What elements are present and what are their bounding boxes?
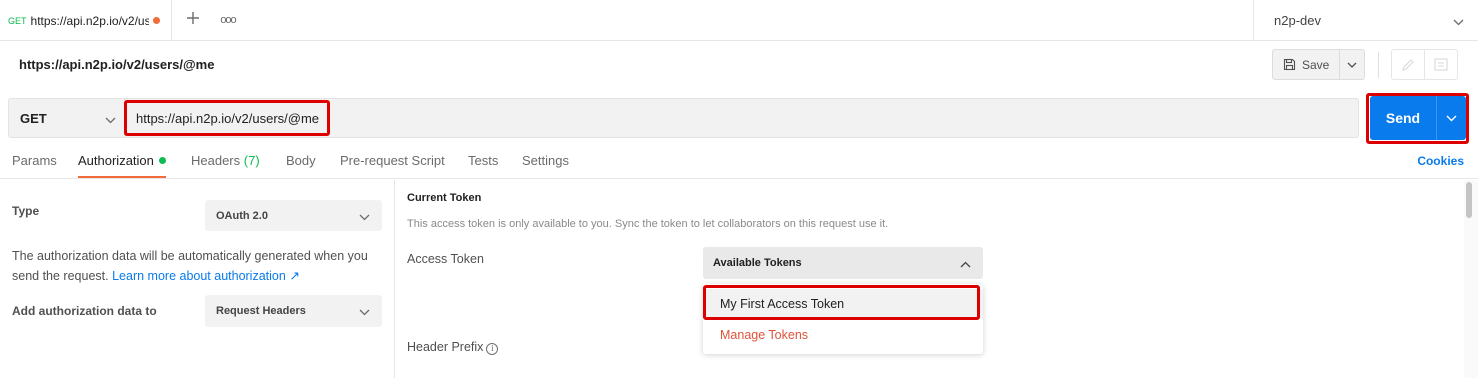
environment-label: n2p-dev <box>1274 13 1321 28</box>
scrollbar[interactable] <box>1464 180 1478 378</box>
send-group: Send <box>1370 96 1466 140</box>
environment-selector[interactable]: n2p-dev <box>1253 0 1478 41</box>
url-input[interactable]: https://api.n2p.io/v2/users/@me <box>127 103 331 134</box>
chevron-down-icon <box>1453 14 1464 29</box>
comment-icon <box>1434 58 1448 71</box>
auth-config-panel: Type OAuth 2.0 The authorization data wi… <box>0 180 395 378</box>
tokens-dropdown-menu: My First Access Token Manage Tokens <box>703 284 983 354</box>
auth-type-value: OAuth 2.0 <box>216 209 268 222</box>
save-icon <box>1283 58 1296 71</box>
available-tokens-select[interactable]: Available Tokens <box>703 247 983 279</box>
request-name: https://api.n2p.io/v2/users/@me <box>19 57 215 72</box>
header-prefix-label-group: Header Prefix i <box>407 340 499 355</box>
tab-title: https://api.n2p.io/v2/users/@me <box>30 13 149 28</box>
current-token-note: This access token is only available to y… <box>407 218 889 230</box>
external-link-icon: ↗ <box>289 269 300 283</box>
save-label: Save <box>1302 57 1330 72</box>
comments-button[interactable] <box>1424 49 1458 80</box>
chevron-down-icon <box>1347 62 1357 68</box>
save-options-button[interactable] <box>1339 49 1365 80</box>
pencil-icon <box>1402 58 1414 71</box>
tab-params[interactable]: Params <box>12 153 57 168</box>
tab-tests[interactable]: Tests <box>468 153 498 168</box>
chevron-down-icon <box>359 307 370 319</box>
request-tabs: Params Authorization Headers (7) Body Pr… <box>0 144 1478 179</box>
active-dot-icon <box>158 157 166 164</box>
new-tab-plus-icon[interactable] <box>183 10 203 30</box>
tab-prerequest-script[interactable]: Pre-request Script <box>340 153 445 168</box>
tab-authorization-label: Authorization <box>78 153 154 168</box>
auth-type-select[interactable]: OAuth 2.0 <box>205 200 382 231</box>
tab-body[interactable]: Body <box>286 153 316 168</box>
add-auth-to-value: Request Headers <box>216 305 306 317</box>
headers-count: (7) <box>243 153 260 168</box>
info-icon[interactable]: i <box>486 343 499 355</box>
add-auth-to-select[interactable]: Request Headers <box>205 295 382 327</box>
learn-more-link[interactable]: Learn more about authorization ↗ <box>112 269 300 283</box>
current-token-title: Current Token <box>407 192 482 204</box>
request-tab[interactable]: GET https://api.n2p.io/v2/users/@me <box>0 0 172 41</box>
scrollbar-thumb[interactable] <box>1466 182 1472 218</box>
save-button[interactable]: Save <box>1272 49 1340 80</box>
send-button[interactable]: Send <box>1370 96 1436 140</box>
more-tabs-button[interactable]: ooo <box>218 12 238 28</box>
type-label: Type <box>12 204 40 218</box>
tab-bar: GET https://api.n2p.io/v2/users/@me ooo … <box>0 0 1478 41</box>
chevron-down-icon <box>1446 115 1457 121</box>
available-tokens-label: Available Tokens <box>713 257 802 269</box>
unsaved-dot-icon <box>152 17 160 24</box>
chevron-down-icon <box>105 112 116 127</box>
menu-item-manage-tokens[interactable]: Manage Tokens <box>703 320 983 350</box>
add-auth-to-label: Add authorization data to <box>12 304 157 318</box>
chevron-up-icon <box>960 259 971 271</box>
cookies-link[interactable]: Cookies <box>1417 154 1464 168</box>
current-token-panel: Current Token This access token is only … <box>396 180 1464 378</box>
chevron-down-icon <box>359 212 370 224</box>
active-tab-underline <box>78 176 166 178</box>
edit-button[interactable] <box>1391 49 1425 80</box>
tab-settings[interactable]: Settings <box>522 153 569 168</box>
tab-method: GET <box>8 15 27 26</box>
menu-item-my-first-access-token[interactable]: My First Access Token <box>703 289 983 319</box>
send-options-button[interactable] <box>1436 96 1466 140</box>
url-bar: GET https://api.n2p.io/v2/users/@me <box>8 98 1359 138</box>
tab-headers[interactable]: Headers (7) <box>191 153 260 168</box>
header-prefix-label: Header Prefix <box>407 340 484 354</box>
access-token-label: Access Token <box>407 252 484 266</box>
divider <box>1378 52 1379 78</box>
method-label: GET <box>20 110 47 126</box>
learn-more-text: Learn more about authorization <box>112 269 286 283</box>
auth-description: The authorization data will be automatic… <box>12 246 387 286</box>
tab-headers-label: Headers <box>191 153 241 168</box>
tab-authorization[interactable]: Authorization <box>78 153 166 168</box>
method-selector[interactable]: GET <box>9 99 125 137</box>
